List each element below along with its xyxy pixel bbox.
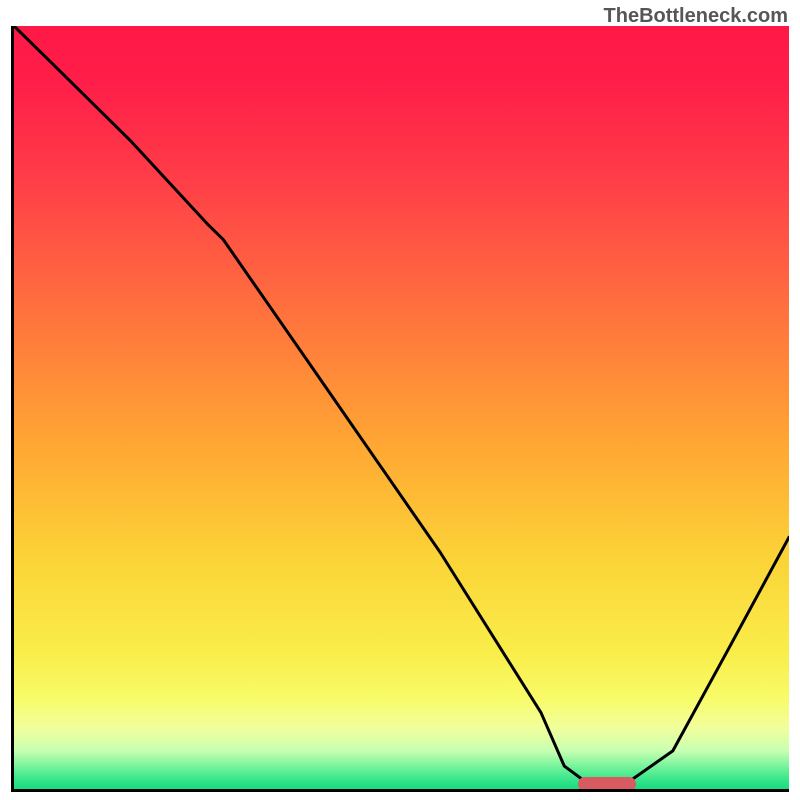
optimal-marker	[578, 777, 636, 791]
curve-path	[14, 26, 789, 789]
chart-area	[11, 26, 789, 792]
curve-svg	[14, 26, 789, 789]
watermark-text: TheBottleneck.com	[604, 5, 788, 28]
